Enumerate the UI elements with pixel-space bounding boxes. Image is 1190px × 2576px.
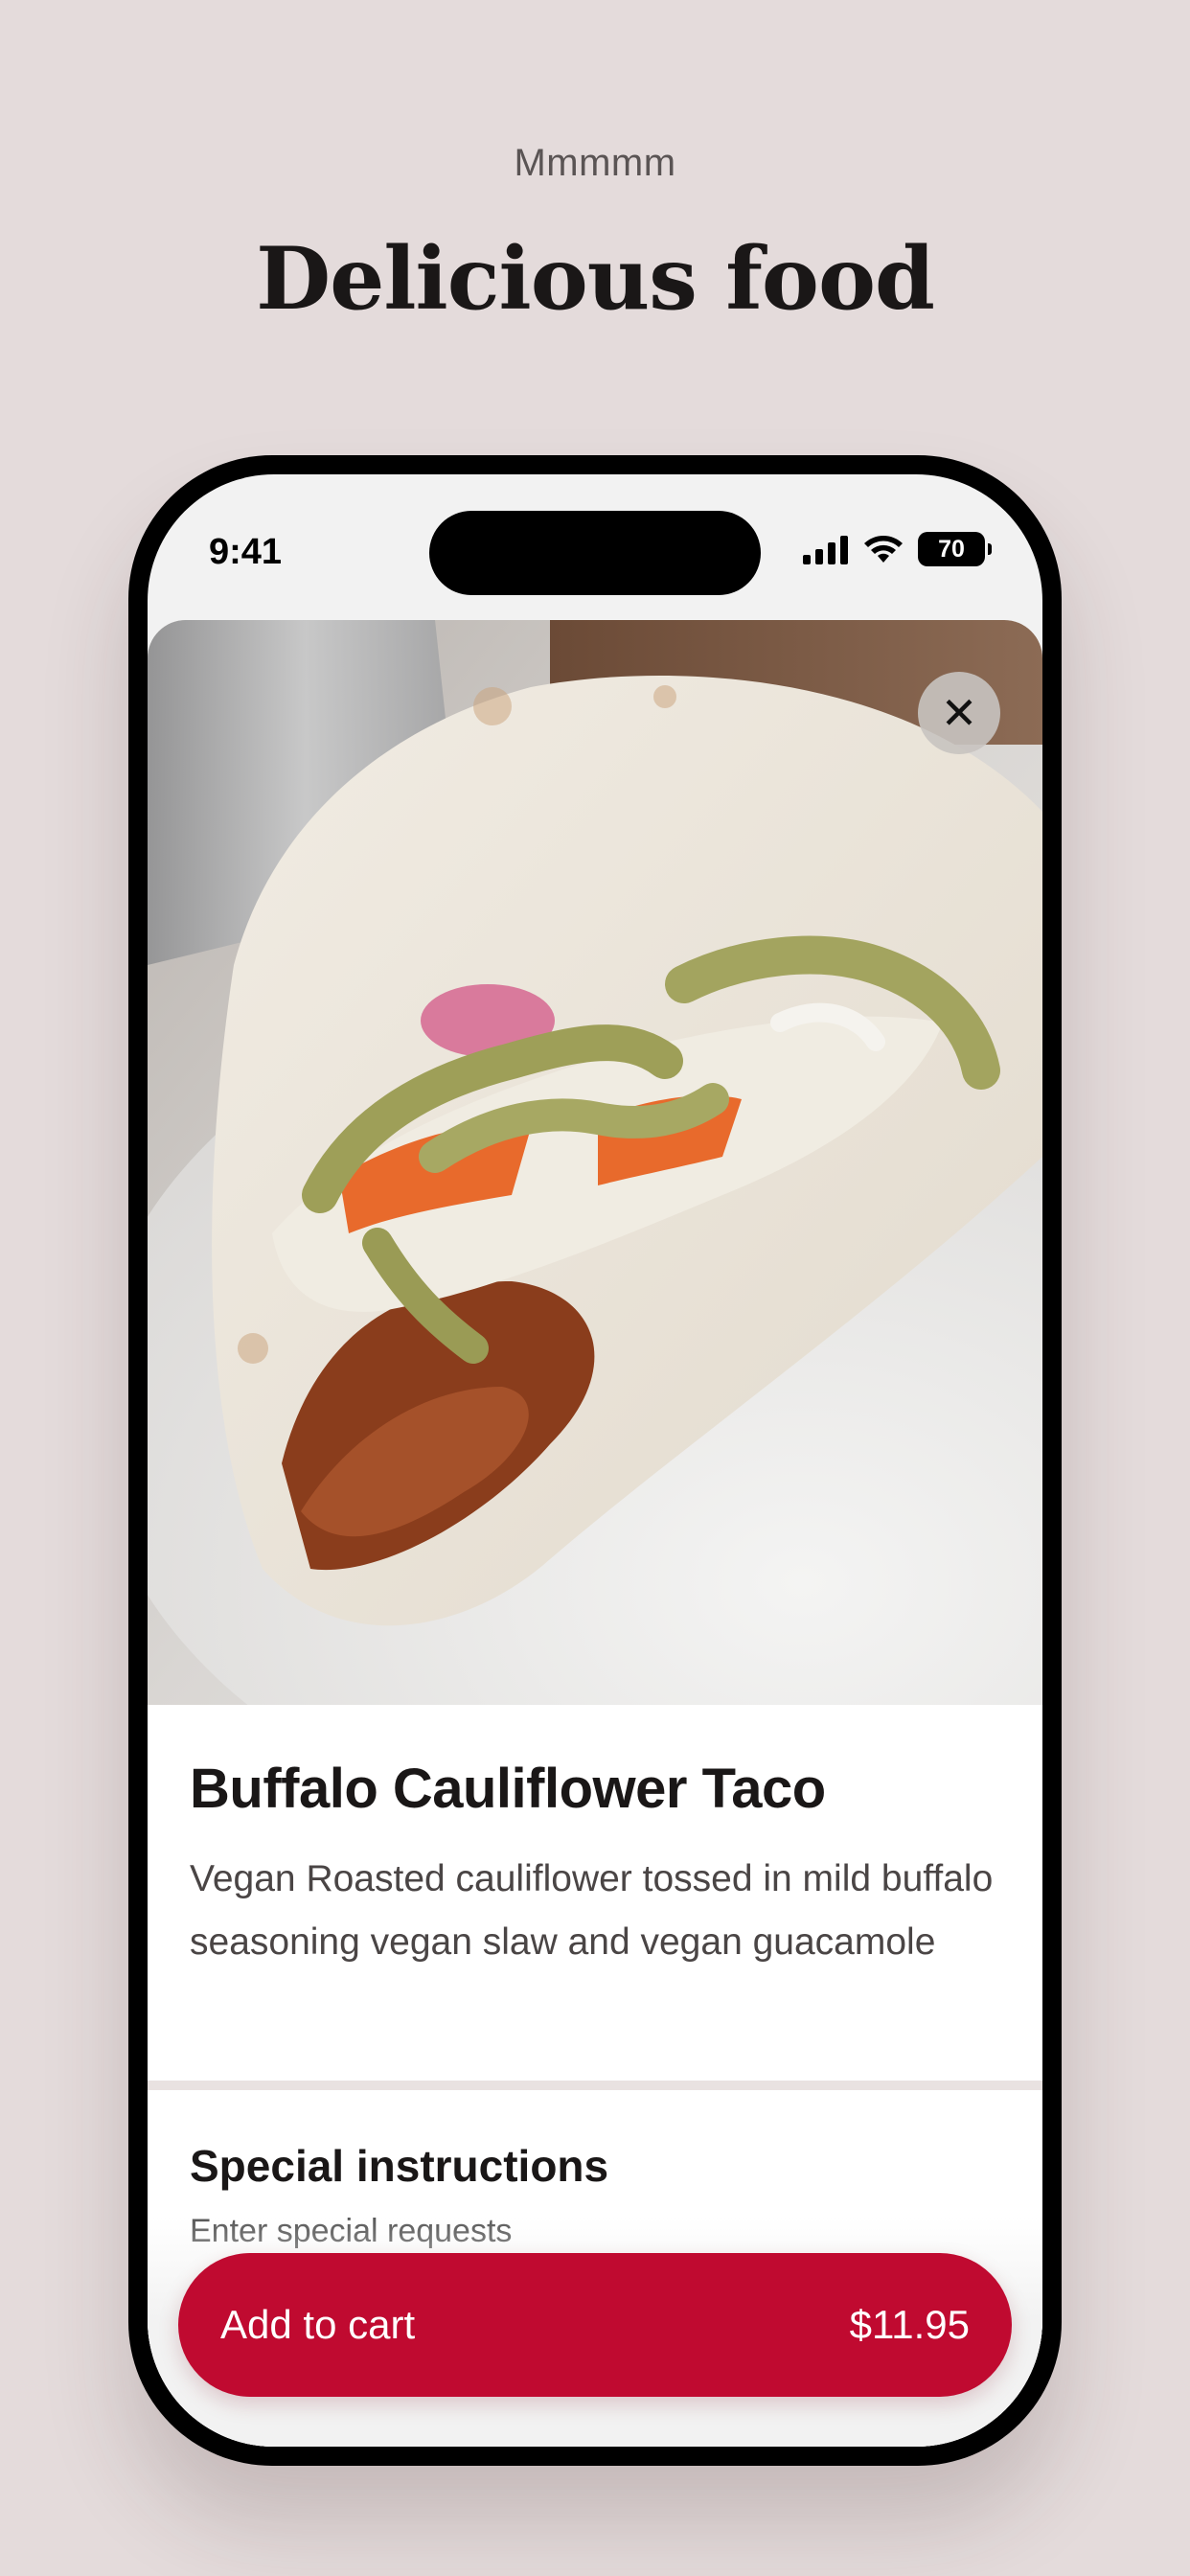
item-title: Buffalo Cauliflower Taco	[190, 1758, 826, 1820]
add-to-cart-button[interactable]: Add to cart $11.95	[178, 2253, 1012, 2397]
status-time: 9:41	[209, 532, 283, 572]
item-details: Buffalo Cauliflower Taco Vegan Roasted c…	[148, 1705, 1042, 2081]
status-bar: 9:41 70	[148, 474, 1042, 618]
item-description: Vegan Roasted cauliflower tossed in mild…	[190, 1858, 994, 1963]
promo-headline: Delicious food	[256, 228, 935, 330]
promo-page: Mmmmm Delicious food 9:41 70 ✕ Buffalo C…	[0, 0, 1190, 2576]
wifi-icon	[864, 536, 903, 563]
close-icon: ✕	[940, 688, 978, 738]
dynamic-island	[429, 511, 761, 595]
signal-icon	[803, 536, 848, 564]
special-instructions-title: Special instructions	[190, 2141, 609, 2191]
add-to-cart-label: Add to cart	[220, 2302, 416, 2347]
promo-eyebrow: Mmmmm	[514, 142, 676, 184]
phone-screen: 9:41 70 ✕ Buffalo Cauliflower Taco Vegan…	[148, 474, 1042, 2447]
food-image	[148, 620, 1042, 1705]
battery-icon: 70	[918, 532, 992, 566]
phone-frame: 9:41 70 ✕ Buffalo Cauliflower Taco Vegan…	[128, 455, 1062, 2466]
status-icons: 70	[803, 532, 992, 566]
close-button[interactable]: ✕	[918, 672, 1000, 754]
item-sheet: ✕ Buffalo Cauliflower Taco Vegan Roasted…	[148, 620, 1042, 2447]
add-to-cart-price: $11.95	[849, 2302, 970, 2347]
section-divider	[148, 2081, 1042, 2090]
